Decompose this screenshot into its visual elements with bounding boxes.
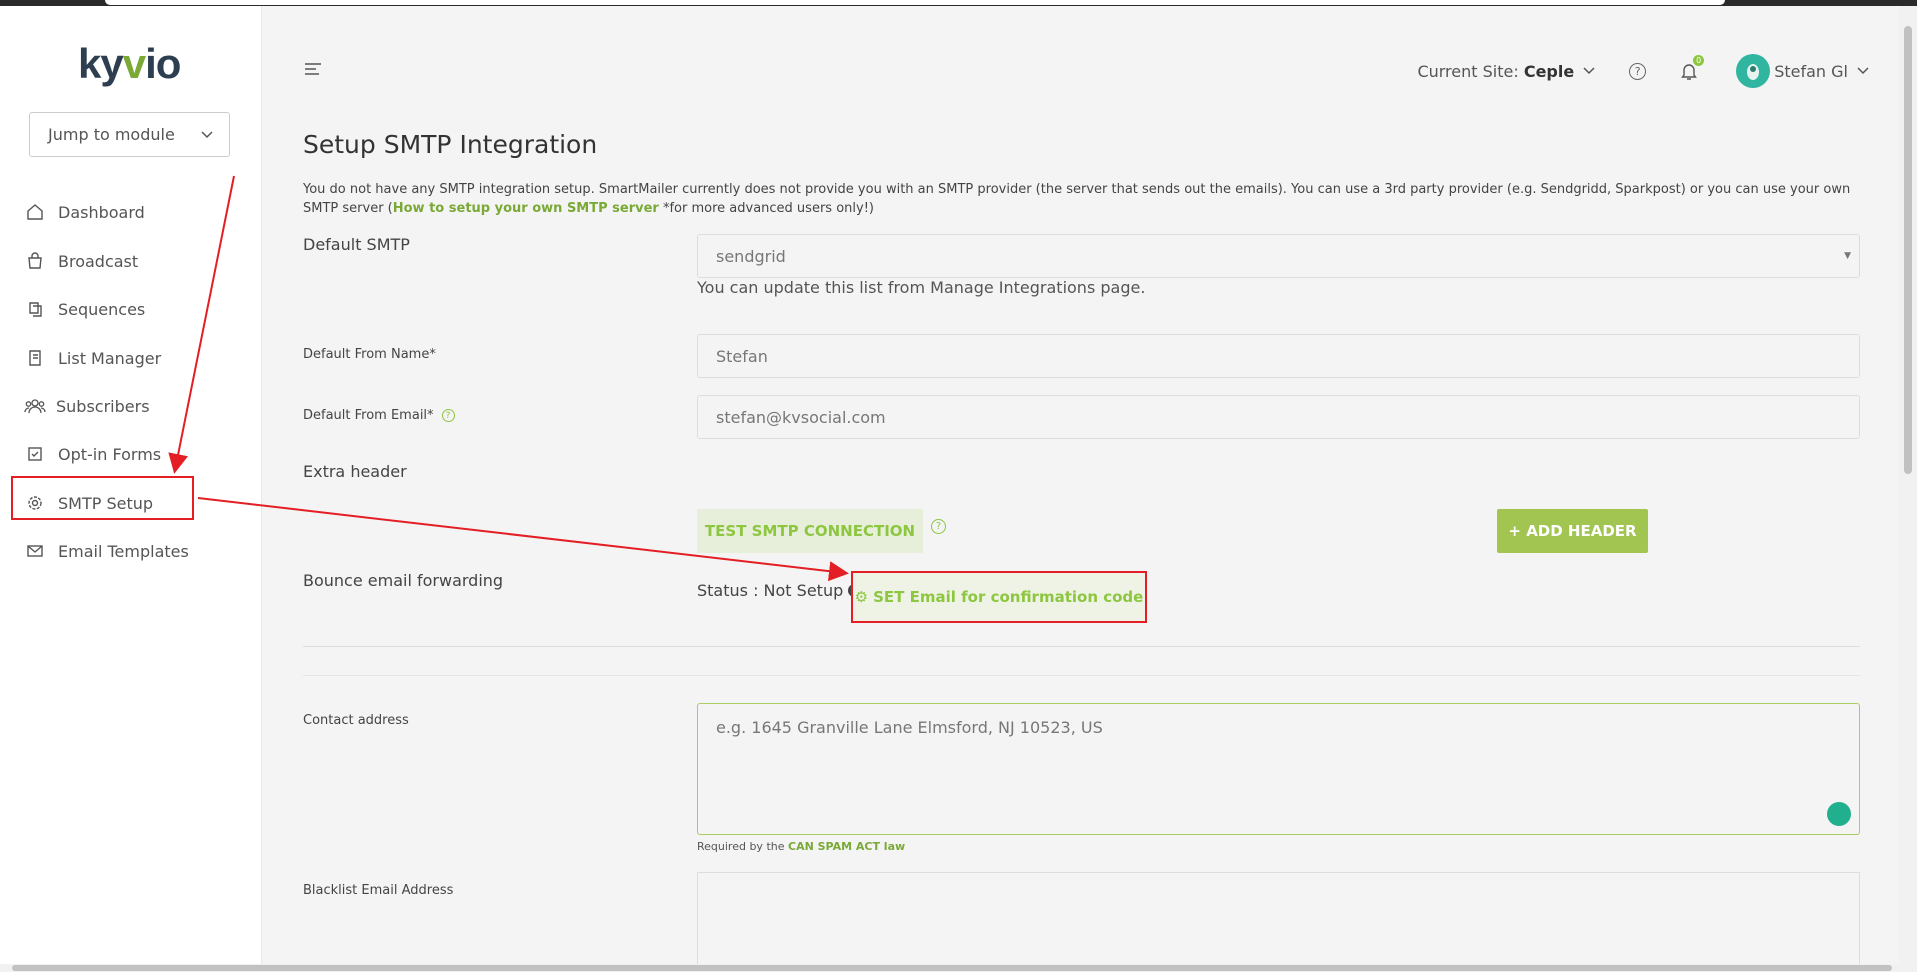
from-email-input[interactable]: stefan@kvsocial.com — [697, 395, 1860, 439]
sidebar-item-label: Opt-in Forms — [58, 444, 162, 464]
sidebar-item-subscribers[interactable]: Subscribers — [24, 391, 150, 421]
sidebar-item-dashboard[interactable]: Dashboard — [26, 197, 145, 227]
vertical-scrollbar[interactable] — [1899, 6, 1917, 966]
bounce-forwarding-label: Bounce email forwarding — [303, 571, 504, 590]
sidebar-item-label: Broadcast — [58, 251, 139, 271]
set-email-confirmation-button[interactable]: ⚙ SET Email for confirmation code — [851, 571, 1147, 623]
sidebar-item-label: Email Templates — [58, 541, 189, 561]
extra-header-label: Extra header — [303, 462, 407, 481]
gear-icon: ⚙ — [854, 588, 869, 606]
sidebar-item-sequences[interactable]: Sequences — [26, 294, 145, 324]
default-smtp-value: sendgrid — [716, 246, 786, 266]
jump-to-module-label: Jump to module — [48, 125, 175, 144]
user-name[interactable]: Stefan Gl — [1774, 62, 1848, 81]
current-site-label: Current Site: — [1417, 61, 1519, 81]
contact-address-label: Contact address — [303, 713, 409, 728]
main-content: Current Site: Ceple ? 0 Stefan Gl Setup … — [263, 6, 1899, 972]
menu-toggle-icon[interactable] — [303, 61, 323, 77]
chevron-down-icon — [1583, 67, 1595, 75]
bag-icon — [28, 252, 42, 269]
chevron-down-icon — [1857, 67, 1869, 75]
jump-to-module-select[interactable]: Jump to module — [29, 112, 230, 157]
address-bar[interactable] — [105, 0, 1725, 5]
test-smtp-connection-button[interactable]: TEST SMTP CONNECTION — [697, 509, 923, 553]
required-note: Required by the CAN SPAM ACT law — [697, 840, 905, 853]
sidebar-item-optin-forms[interactable]: Opt-in Forms — [26, 439, 161, 469]
avatar-image-icon — [1747, 64, 1760, 80]
setup-own-smtp-link[interactable]: How to setup your own SMTP server — [393, 201, 659, 216]
add-header-button[interactable]: + ADD HEADER — [1497, 509, 1648, 553]
page-title: Setup SMTP Integration — [303, 130, 598, 159]
sidebar-item-label: Dashboard — [58, 202, 145, 222]
notifications-button[interactable]: 0 — [1680, 55, 1705, 81]
from-email-label: Default From Email* — [303, 408, 434, 423]
sidebar-item-list-manager[interactable]: List Manager — [26, 343, 161, 373]
current-site-selector[interactable]: Current Site: Ceple — [1417, 62, 1574, 81]
default-smtp-help: You can update this list from Manage Int… — [697, 278, 1146, 297]
sidebar-item-email-templates[interactable]: Email Templates — [26, 536, 189, 566]
from-email-value: stefan@kvsocial.com — [716, 407, 886, 427]
chevron-down-icon — [201, 130, 213, 138]
help-icon[interactable]: ? — [1629, 62, 1647, 80]
help-circle-icon[interactable]: ? — [441, 409, 455, 422]
users-icon — [24, 399, 46, 414]
copy-icon — [29, 302, 42, 317]
horizontal-scrollbar[interactable] — [0, 964, 1917, 972]
set-email-confirmation-label: SET Email for confirmation code — [873, 588, 1144, 606]
scrollbar-thumb[interactable] — [12, 965, 1892, 971]
intro-text-suffix: *for more advanced users only!) — [658, 201, 874, 216]
document-icon — [29, 350, 41, 366]
home-icon — [27, 204, 43, 220]
sidebar-item-label: List Manager — [58, 348, 162, 368]
notification-count-badge: 0 — [1693, 55, 1705, 66]
intro-text: You do not have any SMTP integration set… — [303, 180, 1863, 218]
blacklist-textarea[interactable] — [697, 872, 1860, 972]
bounce-status-text: Status : Not Setup — [697, 581, 844, 600]
sidebar-item-label: Subscribers — [56, 396, 150, 416]
from-email-label-wrap: Default From Email* ? — [303, 408, 455, 423]
help-circle-icon[interactable]: ? — [931, 519, 946, 534]
from-name-value: Stefan — [716, 346, 768, 366]
sidebar-item-broadcast[interactable]: Broadcast — [26, 246, 138, 276]
annotation-highlight-box — [11, 476, 194, 520]
can-spam-link[interactable]: CAN SPAM ACT law — [788, 840, 905, 853]
checkbox-icon — [28, 447, 42, 461]
kyvio-logo[interactable]: ky v io — [78, 38, 181, 90]
sidebar-item-label: Sequences — [58, 299, 146, 319]
default-smtp-select[interactable]: sendgrid ▼ — [697, 234, 1860, 278]
divider — [303, 675, 1860, 676]
blacklist-label: Blacklist Email Address — [303, 883, 454, 898]
select-caret-icon: ▼ — [1844, 251, 1851, 261]
contact-address-textarea[interactable]: e.g. 1645 Granville Lane Elmsford, NJ 10… — [697, 703, 1860, 835]
required-note-text: Required by the — [697, 840, 785, 853]
bounce-status: Status : Not Setup ? — [697, 581, 862, 600]
default-smtp-label: Default SMTP — [303, 235, 410, 254]
contact-address-placeholder: e.g. 1645 Granville Lane Elmsford, NJ 10… — [716, 718, 1103, 737]
grammar-assistant-icon[interactable] — [1827, 802, 1851, 826]
mail-icon — [27, 545, 43, 557]
topbar-right: Current Site: Ceple ? 0 Stefan Gl — [1417, 51, 1869, 91]
divider — [303, 646, 1860, 647]
from-name-label: Default From Name* — [303, 347, 436, 362]
current-site-name: Ceple — [1523, 61, 1575, 81]
scrollbar-thumb[interactable] — [1904, 26, 1912, 474]
avatar[interactable] — [1736, 54, 1771, 88]
from-name-input[interactable]: Stefan — [697, 334, 1860, 378]
